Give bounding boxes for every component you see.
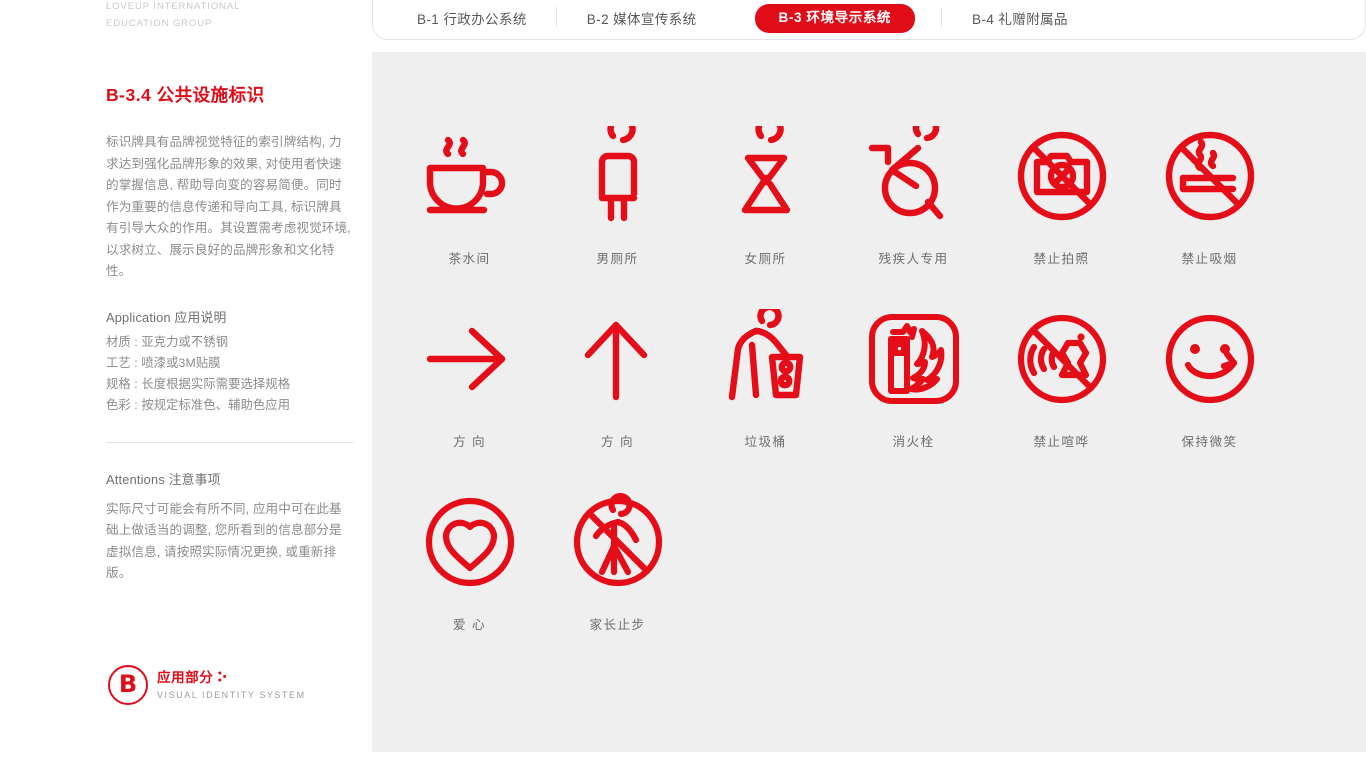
intro-paragraph: 标识牌具有品牌视觉特征的索引牌结构, 力求达到强化品牌形象的效果, 对使用者快速… bbox=[106, 135, 351, 278]
no-parents-beyond-icon bbox=[562, 486, 674, 598]
attentions-heading: Attentions 注意事项 bbox=[106, 471, 221, 487]
page-title: B-3.4 公共设施标识 bbox=[106, 85, 265, 105]
sign-item-direction-up[interactable]: 方 向 bbox=[552, 303, 683, 450]
sign-item-no-noise[interactable]: 禁止喧哗 bbox=[996, 303, 1127, 450]
sign-label: 保持微笑 bbox=[1181, 435, 1238, 449]
tea-room-icon bbox=[414, 120, 526, 232]
page-root: LOVEUP INTERNATIONAL EDUCATION GROUP B-1… bbox=[0, 0, 1366, 768]
arrow-up-icon bbox=[562, 303, 674, 415]
sign-label: 消火栓 bbox=[892, 435, 935, 449]
sign-item-mens-toilet[interactable]: 男厕所 bbox=[552, 120, 683, 267]
trash-bin-icon bbox=[710, 303, 822, 415]
sign-item-no-parents-beyond[interactable]: 家长止步 bbox=[552, 486, 683, 633]
no-noise-icon bbox=[1006, 303, 1118, 415]
sign-label: 残疾人专用 bbox=[878, 252, 949, 266]
sign-label: 家长止步 bbox=[589, 618, 646, 632]
brand-line-1: LOVEUP INTERNATIONAL bbox=[106, 1, 241, 12]
footer-logo-en: VISUAL IDENTITY SYSTEM bbox=[157, 689, 306, 700]
mens-toilet-icon bbox=[562, 120, 674, 232]
sign-label: 茶水间 bbox=[448, 252, 491, 266]
tab-b1-label: B-1 行政办公系统 bbox=[417, 12, 527, 27]
letter-b-badge-icon: B bbox=[108, 665, 148, 705]
application-spec-process: 工艺 : 喷漆或3M贴膜 bbox=[106, 355, 221, 370]
sign-item-keep-smiling[interactable]: 保持微笑 bbox=[1144, 303, 1275, 450]
sign-label: 爱 心 bbox=[453, 618, 486, 632]
sign-item-trash-bin[interactable]: 垃圾桶 bbox=[700, 303, 831, 450]
sign-item-no-photography[interactable]: 禁止拍照 bbox=[996, 120, 1127, 267]
tab-b1[interactable]: B-1 行政办公系统 bbox=[417, 6, 527, 33]
attentions-paragraph: 实际尺寸可能会有所不同, 应用中可在此基础上做适当的调整, 您所看到的信息部分是… bbox=[106, 501, 342, 581]
sign-icon-grid: 茶水间 男厕所 女厕所 残疾人专用 禁止拍照 禁止吸烟 方 向 方 向 垃圾桶 … bbox=[404, 120, 1294, 633]
sign-label: 禁止拍照 bbox=[1033, 252, 1090, 266]
wheelchair-accessible-icon bbox=[858, 120, 970, 232]
section-divider bbox=[106, 441, 354, 443]
tab-b4[interactable]: B-4 礼赠附属品 bbox=[941, 6, 1068, 33]
section-tabbar: B-1 行政办公系统 B-2 媒体宣传系统 B-3 环境导示系统 B-4 礼赠附… bbox=[372, 0, 1366, 40]
sign-item-love-heart[interactable]: 爱 心 bbox=[404, 486, 535, 633]
tab-b2-label: B-2 媒体宣传系统 bbox=[586, 12, 697, 27]
footer-logo-cn-row: 应用部分 bbox=[157, 670, 306, 686]
tab-divider bbox=[941, 7, 943, 27]
visual-identity-footer-logo: B 应用部分 VISUAL IDENTITY SYSTEM bbox=[108, 665, 306, 705]
brand-line-2: EDUCATION GROUP bbox=[106, 18, 213, 29]
tab-b2[interactable]: B-2 媒体宣传系统 bbox=[555, 6, 697, 33]
application-heading: Application 应用说明 bbox=[106, 309, 227, 325]
tab-divider bbox=[555, 7, 557, 27]
sign-item-direction-right[interactable]: 方 向 bbox=[404, 303, 535, 450]
fire-extinguisher-icon bbox=[858, 303, 970, 415]
sign-label: 女厕所 bbox=[744, 252, 787, 266]
no-photography-icon bbox=[1006, 120, 1118, 232]
tab-b4-label: B-4 礼赠附属品 bbox=[972, 12, 1068, 27]
no-smoking-icon bbox=[1154, 120, 1266, 232]
sign-item-womens-toilet[interactable]: 女厕所 bbox=[700, 120, 831, 267]
tab-b3-label: B-3 环境导示系统 bbox=[778, 10, 892, 25]
sign-item-tea-room[interactable]: 茶水间 bbox=[404, 120, 535, 267]
love-heart-icon bbox=[414, 486, 526, 598]
application-spec-color: 色彩 : 按规定标准色、辅助色应用 bbox=[106, 397, 291, 412]
application-spec-size: 规格 : 长度根据实际需要选择规格 bbox=[106, 376, 291, 391]
sign-item-fire-extinguisher[interactable]: 消火栓 bbox=[848, 303, 979, 450]
left-description-column: B-3.4 公共设施标识 标识牌具有品牌视觉特征的索引牌结构, 力求达到强化品牌… bbox=[106, 84, 354, 585]
sign-label: 禁止吸烟 bbox=[1181, 252, 1238, 266]
sign-item-wheelchair-accessible[interactable]: 残疾人专用 bbox=[848, 120, 979, 267]
keep-smiling-icon bbox=[1154, 303, 1266, 415]
application-spec-material: 材质 : 亚克力或不锈钢 bbox=[106, 334, 229, 349]
brand-wordmark: LOVEUP INTERNATIONAL EDUCATION GROUP bbox=[106, 0, 240, 32]
sign-label: 男厕所 bbox=[596, 252, 639, 266]
sign-item-no-smoking[interactable]: 禁止吸烟 bbox=[1144, 120, 1275, 267]
sign-label: 方 向 bbox=[601, 435, 634, 449]
footer-logo-cn: 应用部分 bbox=[157, 669, 214, 685]
sign-label: 垃圾桶 bbox=[744, 435, 787, 449]
sign-showcase-panel: 茶水间 男厕所 女厕所 残疾人专用 禁止拍照 禁止吸烟 方 向 方 向 垃圾桶 … bbox=[372, 52, 1366, 752]
womens-toilet-icon bbox=[710, 120, 822, 232]
tab-b3[interactable]: B-3 环境导示系统 bbox=[754, 4, 916, 33]
sign-label: 方 向 bbox=[453, 435, 486, 449]
arrow-right-icon bbox=[414, 303, 526, 415]
footer-logo-text: 应用部分 VISUAL IDENTITY SYSTEM bbox=[157, 669, 306, 702]
dots-arrow-icon bbox=[218, 670, 229, 686]
sign-label: 禁止喧哗 bbox=[1033, 435, 1090, 449]
